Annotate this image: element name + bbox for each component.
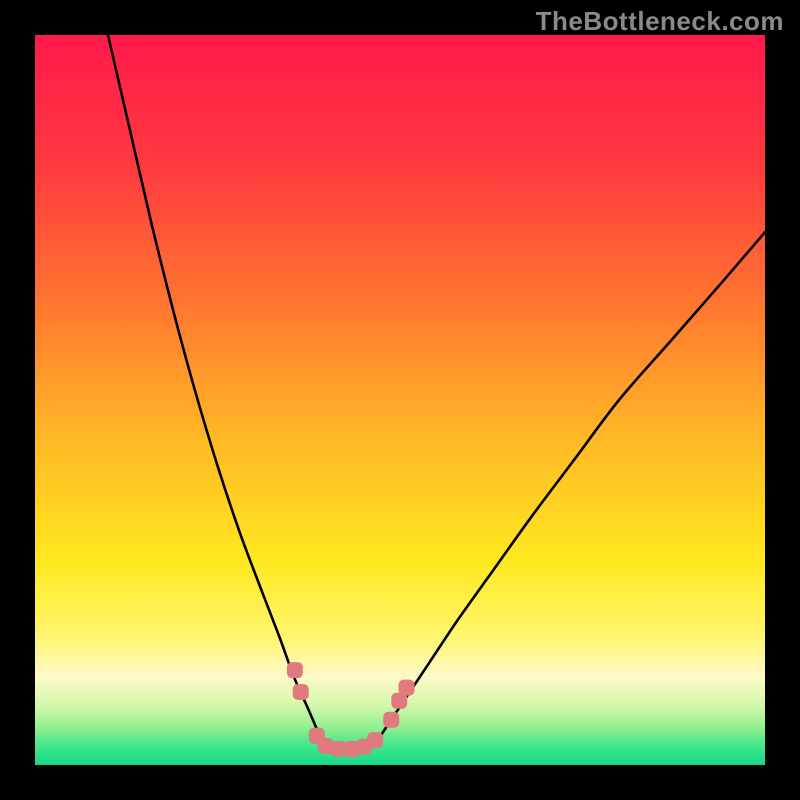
- marker-point: [383, 712, 399, 728]
- marker-point: [293, 684, 309, 700]
- outer-frame: TheBottleneck.com: [0, 0, 800, 800]
- chart-svg: [35, 35, 765, 765]
- watermark-text: TheBottleneck.com: [536, 6, 784, 37]
- marker-point: [287, 662, 303, 678]
- marker-point: [399, 680, 415, 696]
- marker-point: [367, 732, 383, 748]
- gradient-background: [35, 35, 765, 765]
- plot-area: [35, 35, 765, 765]
